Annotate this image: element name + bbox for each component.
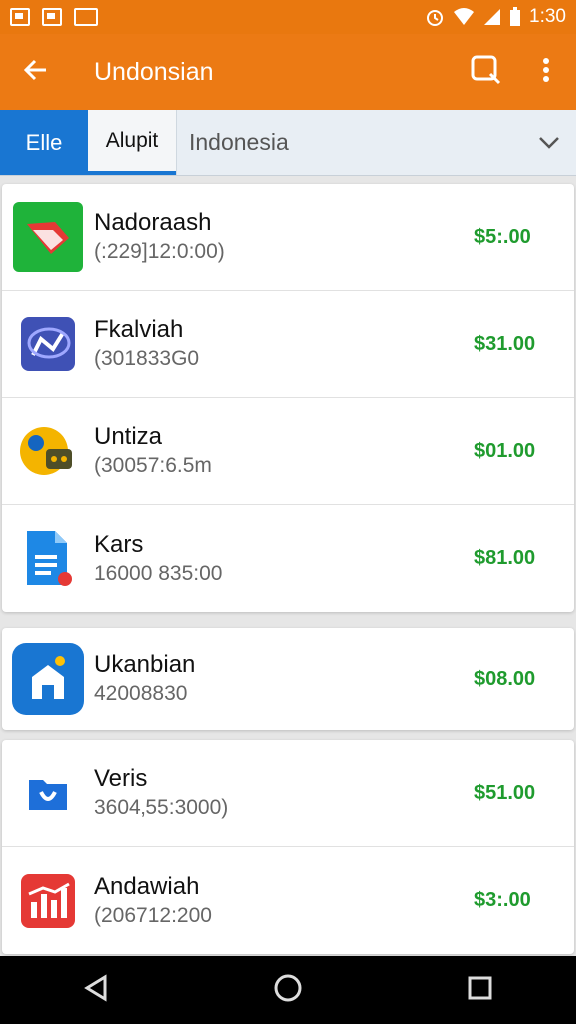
- list-item[interactable]: Untiza (30057:6.5m $01.00: [2, 398, 574, 505]
- page-title: Undonsian: [94, 57, 214, 86]
- photo-icon: [10, 8, 30, 26]
- folder-icon: [2, 772, 94, 814]
- app-list-card: Veris 3604‚55:3000) $51.00 Andawiah (206…: [2, 740, 574, 954]
- list-item[interactable]: Nadoraash (:229]12:0:00) $5:.00: [2, 184, 574, 291]
- document-icon: [2, 529, 94, 589]
- list-item[interactable]: Veris 3604‚55:3000) $51.00: [2, 740, 574, 847]
- list-item[interactable]: Fkalviah (301833G0 $31.00: [2, 291, 574, 398]
- list-item[interactable]: Andawiah (206712:200 $3:.00: [2, 847, 574, 954]
- nav-recents-button[interactable]: [450, 960, 510, 1020]
- back-button[interactable]: [0, 34, 72, 110]
- country-select[interactable]: Indonesia: [176, 110, 576, 175]
- circle-home-icon: [273, 973, 303, 1008]
- item-name: Untiza: [94, 423, 163, 450]
- gallery-icon: [42, 8, 62, 26]
- item-subtitle: 42008830: [94, 682, 188, 705]
- list-item[interactable]: Kars 16000 835:00 $81.00: [2, 505, 574, 612]
- item-name: Fkalviah: [94, 316, 184, 343]
- wifi-icon: [453, 8, 475, 26]
- status-time: 1:30: [529, 6, 566, 27]
- signal-icon: [483, 8, 501, 26]
- country-select-value: Indonesia: [189, 129, 289, 155]
- green-book-icon: [2, 202, 94, 272]
- list-item[interactable]: Ukanbian 42008830 $08.00: [2, 628, 574, 730]
- item-name: Andawiah: [94, 872, 200, 900]
- item-subtitle: 3604‚55:3000): [94, 796, 229, 819]
- square-recents-icon: [467, 975, 493, 1006]
- search-button[interactable]: [456, 34, 516, 110]
- more-options-button[interactable]: [516, 34, 576, 110]
- more-vert-icon: [542, 57, 550, 88]
- system-nav-bar: [0, 956, 576, 1024]
- item-price: $51.00: [474, 781, 536, 804]
- item-price: $81.00: [474, 547, 536, 569]
- tab-alupit[interactable]: Alupit: [88, 110, 176, 175]
- chart-icon: [2, 873, 94, 928]
- item-price: $01.00: [474, 439, 536, 462]
- item-name: Kars: [94, 530, 144, 558]
- alarm-icon: [425, 7, 445, 27]
- home-icon: [2, 643, 94, 715]
- tab-elle[interactable]: Elle: [0, 110, 88, 175]
- item-name: Nadoraash: [94, 209, 212, 236]
- arrow-back-icon: [22, 56, 50, 89]
- chat-icon: [2, 315, 94, 373]
- app-icon: [74, 8, 98, 26]
- app-list-card: Nadoraash (:229]12:0:00) $5:.00 Fkalviah…: [2, 184, 574, 612]
- battery-icon: [509, 7, 521, 27]
- item-subtitle: (30057:6.5m: [94, 454, 212, 477]
- triangle-back-icon: [83, 973, 109, 1007]
- chevron-down-icon: [538, 129, 560, 156]
- item-subtitle: (:229]12:0:00): [94, 240, 225, 263]
- status-bar: 1:30: [0, 0, 576, 34]
- nav-back-button[interactable]: [66, 960, 126, 1020]
- item-subtitle: (206712:200: [94, 903, 212, 927]
- item-subtitle: 16000 835:00: [94, 561, 223, 585]
- filter-bar: Elle Alupit Indonesia: [0, 110, 576, 176]
- yellow-game-icon: [2, 423, 94, 479]
- search-icon: [470, 54, 502, 91]
- item-name: Veris: [94, 765, 148, 792]
- app-bar: Undonsian: [0, 34, 576, 110]
- item-subtitle: (301833G0: [94, 347, 200, 370]
- nav-home-button[interactable]: [258, 960, 318, 1020]
- app-list-card: Ukanbian 42008830 $08.00: [2, 628, 574, 730]
- item-price: $3:.00: [474, 889, 531, 911]
- item-price: $31.00: [474, 332, 536, 355]
- item-name: Ukanbian: [94, 651, 196, 678]
- item-price: $5:.00: [474, 225, 531, 248]
- item-price: $08.00: [474, 667, 536, 690]
